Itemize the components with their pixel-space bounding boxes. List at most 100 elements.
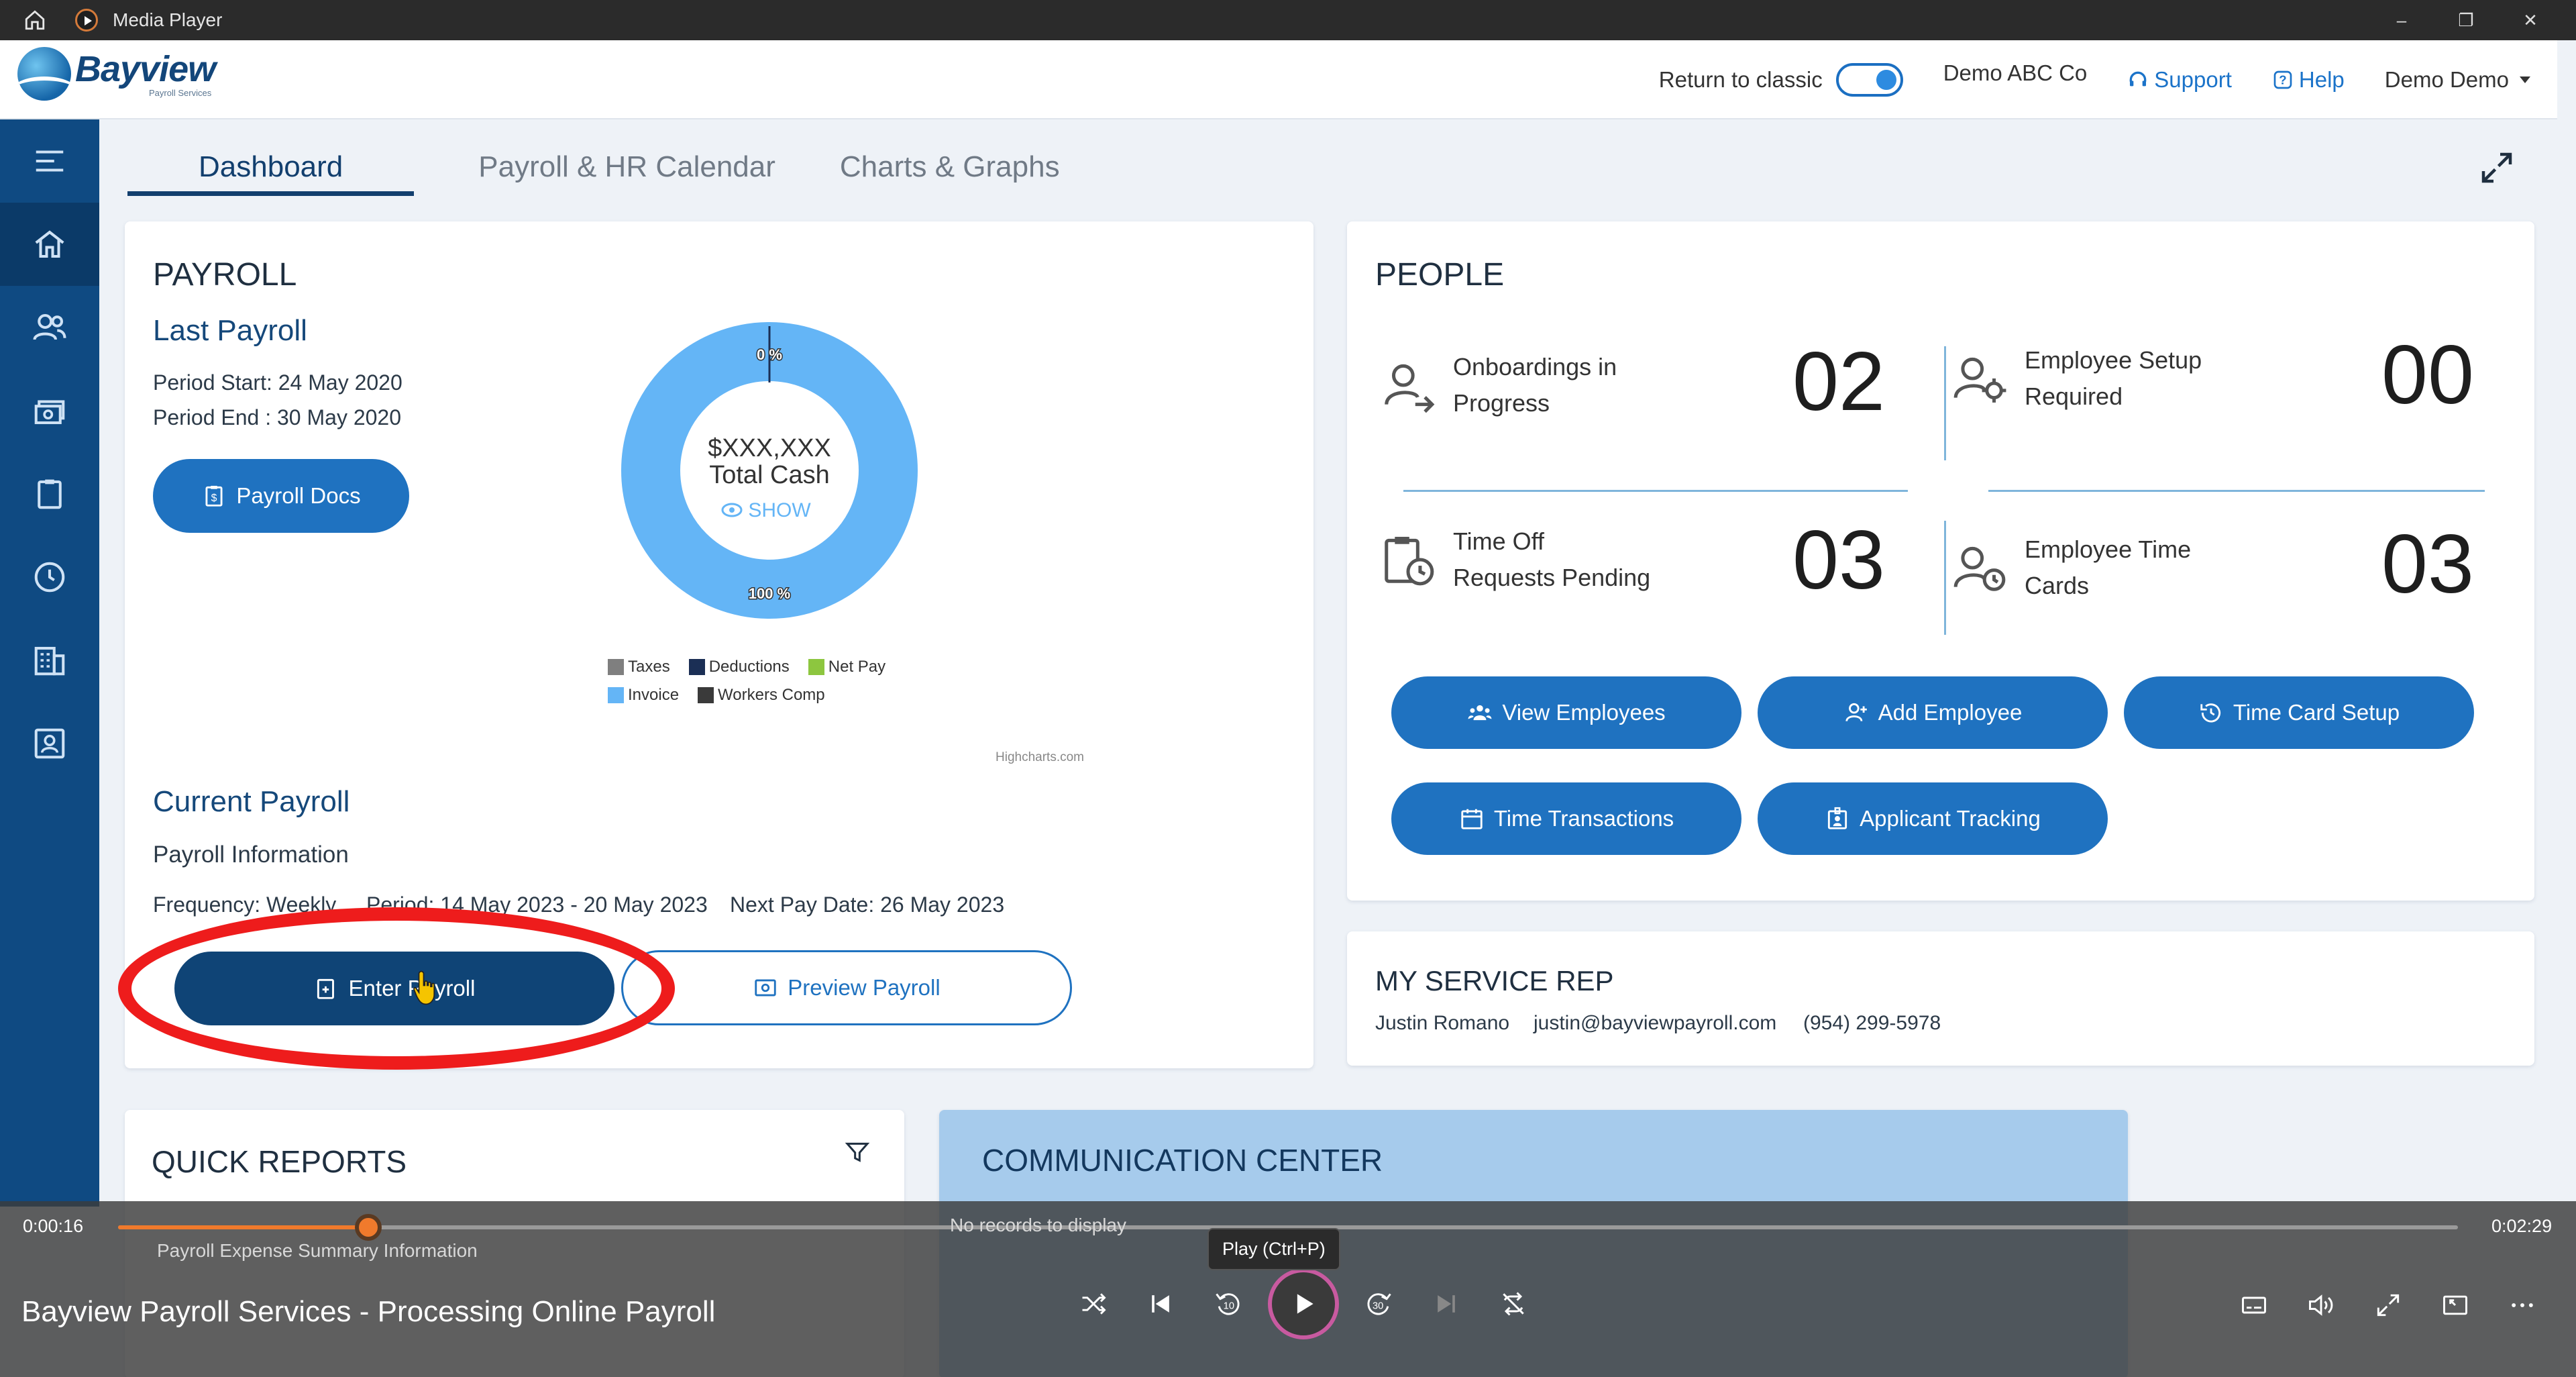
app-header: Bayview Payroll Services Return to class… [0, 40, 2557, 119]
svg-text:$: $ [211, 493, 217, 504]
view-employees-button[interactable]: View Employees [1391, 676, 1741, 749]
payroll-donut-chart: 0 % 100 % $XXX,XXX Total Cash SHOW [621, 322, 918, 619]
dashboard-tabs: Dashboard Payroll & HR Calendar Charts &… [127, 134, 1124, 196]
view-employees-label: View Employees [1502, 700, 1666, 725]
tab-payroll-hr-calendar[interactable]: Payroll & HR Calendar [478, 134, 775, 196]
help-link[interactable]: ? Help [2272, 67, 2345, 93]
next-pay-date: Next Pay Date: 26 May 2023 [730, 892, 1005, 917]
applicant-tracking-button[interactable]: Applicant Tracking [1758, 782, 2108, 855]
help-label: Help [2298, 67, 2345, 92]
skip-previous-icon [1152, 1295, 1169, 1313]
fullscreen-button[interactable] [2355, 1278, 2422, 1332]
legend-swatch [608, 687, 624, 703]
payroll-docs-button[interactable]: $ Payroll Docs [153, 459, 409, 533]
id-badge-icon [1828, 807, 1847, 829]
tab-charts-graphs[interactable]: Charts & Graphs [840, 134, 1060, 196]
time-card-setup-button[interactable]: Time Card Setup [2124, 676, 2474, 749]
help-icon: ? [2273, 70, 2292, 89]
metric-employee-setup[interactable]: Employee Setup Required [1951, 342, 2273, 415]
communication-center-title: COMMUNICATION CENTER [982, 1143, 1383, 1178]
sidebar-item-reports[interactable] [0, 452, 99, 536]
minimize-button[interactable]: – [2369, 0, 2434, 40]
legend-item-invoice[interactable]: Invoice [608, 686, 679, 705]
sidebar-item-company[interactable] [0, 619, 99, 702]
more-options-button[interactable] [2489, 1278, 2556, 1332]
rep-email[interactable]: justin@bayviewpayroll.com [1534, 1012, 1776, 1035]
next-button[interactable] [1413, 1270, 1480, 1337]
user-menu[interactable]: Demo Demo [2385, 67, 2530, 93]
legend-swatch [688, 659, 705, 675]
video-title: Bayview Payroll Services - Processing On… [21, 1295, 716, 1328]
metric-label-line2: Required [2025, 382, 2123, 410]
legend-label: Invoice [628, 686, 680, 704]
highcharts-credit[interactable]: Highcharts.com [996, 750, 1084, 765]
calendar-icon [1461, 809, 1483, 829]
sidebar-item-people[interactable] [0, 286, 99, 369]
building-icon [34, 646, 65, 676]
sidebar-item-payroll[interactable] [0, 369, 99, 452]
previous-button[interactable] [1127, 1270, 1194, 1337]
hamburger-icon [36, 150, 64, 172]
forward-30-icon: 30 [1367, 1293, 1391, 1315]
legend-label: Deductions [708, 658, 790, 676]
repeat-off-button[interactable] [1480, 1270, 1547, 1337]
chevron-down-icon [2520, 76, 2530, 83]
tab-dashboard[interactable]: Dashboard [127, 134, 415, 196]
highlight-circle-annotation [118, 907, 675, 1070]
metric-value-onboardings: 02 [1792, 336, 1885, 428]
legend-swatch [608, 659, 624, 675]
metric-time-cards[interactable]: Employee Time Cards [1951, 531, 2273, 604]
close-button[interactable]: ✕ [2498, 0, 2563, 40]
rewind-10-button[interactable]: 10 [1194, 1270, 1261, 1337]
legend-label: Workers Comp [718, 686, 825, 704]
shuffle-button[interactable] [1060, 1270, 1127, 1337]
bayview-logo[interactable]: Bayview Payroll Services [17, 47, 216, 101]
add-employee-button[interactable]: Add Employee [1758, 676, 2108, 749]
time-transactions-button[interactable]: Time Transactions [1391, 782, 1741, 855]
sidebar-item-time[interactable] [0, 536, 99, 619]
legend-swatch [808, 659, 824, 675]
volume-button[interactable] [2288, 1278, 2355, 1332]
time-transactions-label: Time Transactions [1493, 806, 1674, 831]
filter-icon[interactable] [844, 1138, 871, 1165]
return-classic-toggle[interactable] [1835, 63, 1903, 97]
add-employee-label: Add Employee [1878, 700, 2023, 725]
quick-reports-title: QUICK REPORTS [152, 1144, 407, 1179]
legend-item-workers-comp[interactable]: Workers Comp [698, 686, 825, 705]
home-icon [35, 230, 64, 258]
repeat-off-icon [1503, 1292, 1524, 1316]
quick-report-item[interactable]: Payroll Expense Summary Information [157, 1240, 478, 1262]
donut-label-top: 0 % [757, 346, 782, 363]
metric-label-line2: Progress [1453, 389, 1550, 417]
sidebar-item-contacts[interactable] [0, 702, 99, 785]
expand-icon[interactable] [2477, 148, 2517, 188]
seek-bar-thumb[interactable] [355, 1214, 382, 1241]
sidebar-menu-toggle[interactable] [0, 119, 99, 203]
restore-button[interactable]: ❐ [2434, 0, 2498, 40]
metric-time-off[interactable]: Time Off Requests Pending [1379, 523, 1701, 596]
metric-onboardings[interactable]: Onboardings in Progress [1379, 349, 1701, 421]
logo-brand-text: Bayview [75, 48, 216, 89]
forward-30-button[interactable]: 30 [1346, 1270, 1413, 1337]
support-label: Support [2154, 67, 2232, 92]
captions-button[interactable] [2220, 1278, 2288, 1332]
legend-item-taxes[interactable]: Taxes [608, 658, 670, 676]
home-icon[interactable] [15, 0, 55, 40]
preview-payroll-label: Preview Payroll [788, 975, 941, 1000]
metric-label-line1: Employee Setup [2025, 346, 2202, 374]
donut-show-link: SHOW [748, 499, 811, 521]
metric-label-line2: Requests Pending [1453, 564, 1651, 591]
metric-value-employee-setup: 00 [2381, 329, 2474, 421]
support-link[interactable]: Support [2127, 67, 2232, 93]
preview-payroll-button[interactable]: Preview Payroll [621, 950, 1072, 1025]
sidebar-nav [0, 119, 99, 1207]
user-plus-icon [1845, 703, 1867, 722]
legend-item-deductions[interactable]: Deductions [688, 658, 790, 676]
legend-item-net-pay[interactable]: Net Pay [808, 658, 885, 676]
sidebar-item-home[interactable] [0, 203, 99, 286]
play-button[interactable] [1268, 1268, 1339, 1339]
window-titlebar: Media Player – ❐ ✕ [0, 0, 2576, 40]
more-icon [2512, 1303, 2533, 1307]
mini-player-button[interactable] [2422, 1278, 2489, 1332]
user-name: Demo Demo [2384, 67, 2509, 92]
